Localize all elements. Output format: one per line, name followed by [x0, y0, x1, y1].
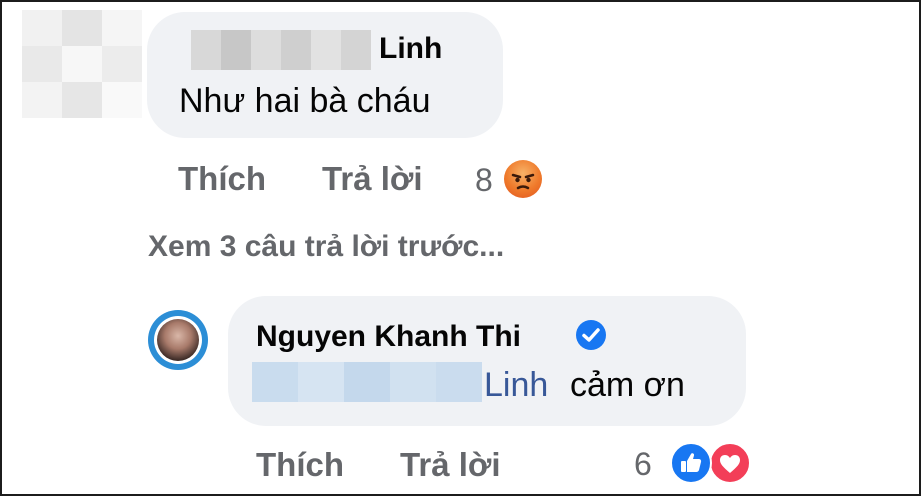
reply-button[interactable]: Trả lời: [400, 446, 501, 484]
comment-text: Như hai bà cháu: [179, 82, 431, 120]
love-icon[interactable]: [709, 442, 751, 484]
view-previous-replies-link[interactable]: Xem 3 câu trả lời trước...: [148, 230, 504, 264]
like-button[interactable]: Thích: [256, 446, 344, 484]
like-icon[interactable]: [670, 442, 712, 484]
reply-button[interactable]: Trả lời: [322, 160, 423, 198]
reply-author-name[interactable]: Nguyen Khanh Thi: [256, 320, 521, 354]
avatar[interactable]: [148, 310, 208, 370]
comment-bubble: Linh Như hai bà cháu: [147, 12, 503, 138]
comment-author-name[interactable]: Linh: [379, 32, 442, 66]
verified-badge-icon: [576, 320, 606, 350]
blurred-avatar[interactable]: [22, 10, 142, 118]
angry-icon[interactable]: [504, 160, 542, 198]
like-button[interactable]: Thích: [178, 160, 266, 198]
reply-text: cảm ơn: [570, 366, 685, 404]
blurred-name: [191, 30, 371, 70]
reaction-count[interactable]: 6: [634, 446, 652, 483]
reaction-count[interactable]: 8: [475, 162, 493, 199]
reply-bubble: Nguyen Khanh Thi Linh cảm ơn: [228, 296, 746, 426]
blurred-mention: [252, 362, 482, 402]
mention-link[interactable]: Linh: [484, 366, 548, 405]
